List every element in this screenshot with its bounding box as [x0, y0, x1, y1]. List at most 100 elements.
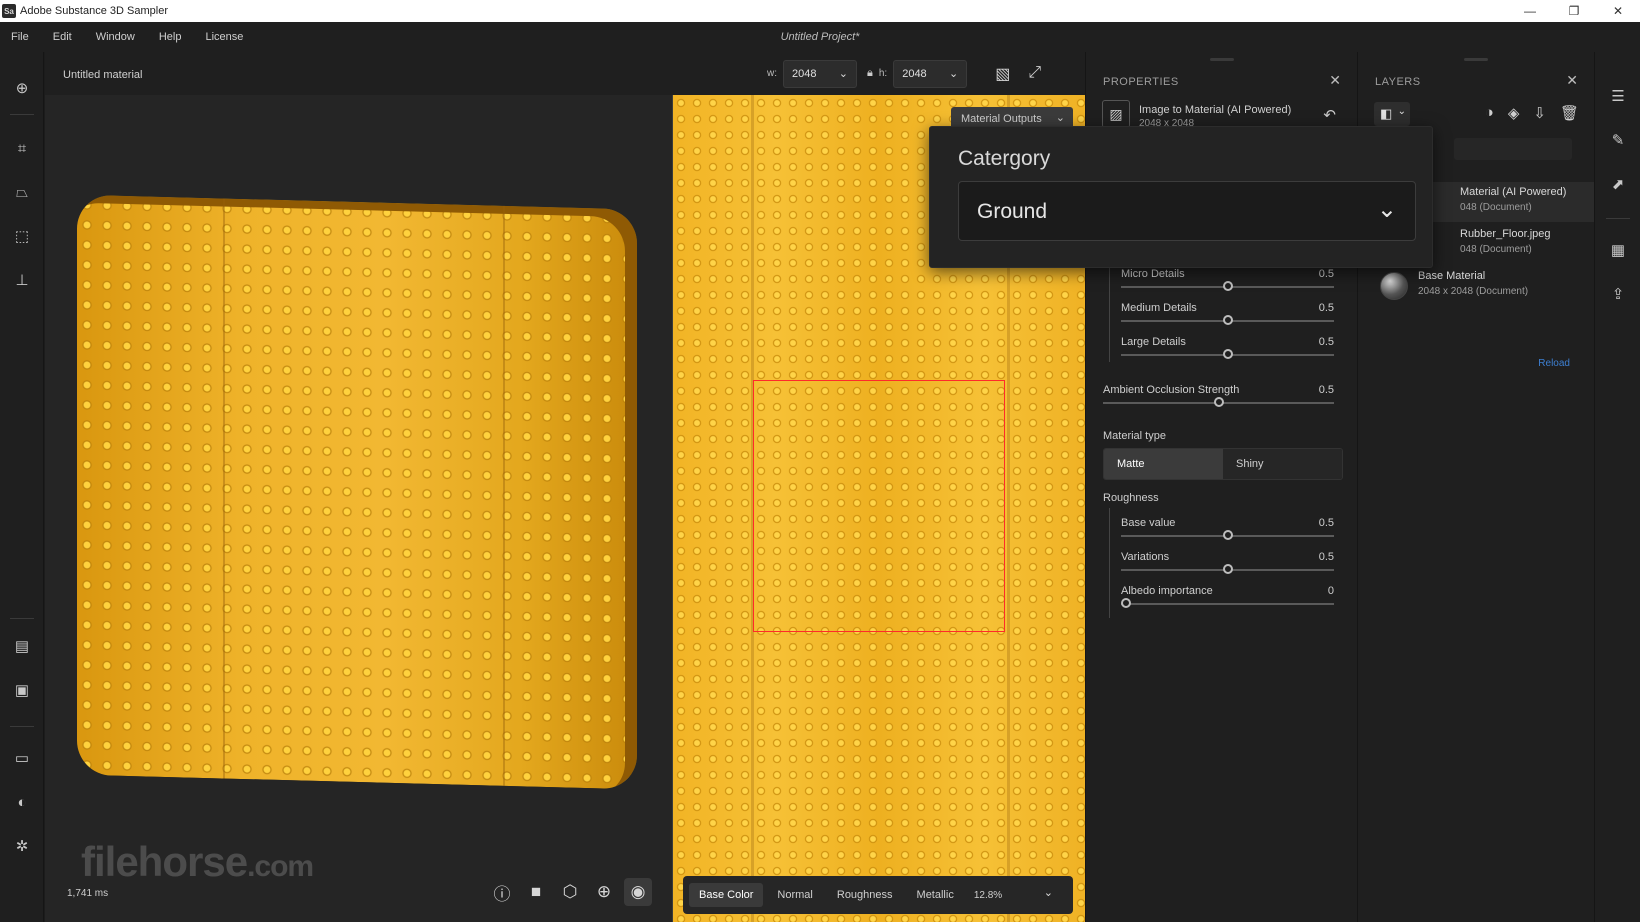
document-icon[interactable]: ▦: [1608, 240, 1628, 260]
display-settings-icon[interactable]: ▭: [12, 748, 32, 768]
resolution-bar: w: 2048 ⌄ 🔒︎ h: 2048 ⌄ ▧ ⤢: [672, 52, 1085, 95]
toolbox-icon[interactable]: ▣: [12, 680, 32, 700]
slider-thumb: [1214, 397, 1224, 407]
crop-icon[interactable]: ⌗: [12, 138, 32, 158]
close-window-button[interactable]: ✕: [1596, 0, 1640, 22]
chevron-down-icon: ⌄: [948, 67, 959, 80]
chevron-down-icon: ⌄: [1055, 112, 1065, 124]
render-time: 1,741 ms: [67, 887, 109, 899]
adjustments-icon[interactable]: ☰: [1608, 86, 1628, 106]
viewport-bottom-bar: 1,741 ms ⓘ ■ ⬡ ⊕ ◉: [57, 874, 660, 912]
menu-bar: File Edit Window Help License Untitled P…: [0, 22, 1640, 52]
layer-filter-select[interactable]: [1454, 138, 1572, 160]
category-value: Ground: [977, 200, 1048, 223]
menu-license[interactable]: License: [194, 31, 256, 43]
material-ball-icon[interactable]: ◉: [624, 878, 652, 906]
slider-variations[interactable]: Variations 0.5: [1086, 551, 1358, 583]
menu-edit[interactable]: Edit: [42, 31, 85, 43]
expand-icon[interactable]: ⤢: [1028, 64, 1041, 84]
slider-base-value[interactable]: Base value 0.5: [1086, 517, 1358, 549]
toolbar-divider: [10, 618, 34, 619]
globe-icon[interactable]: ⊕: [590, 878, 618, 906]
material-type-toggle: Matte Shiny: [1103, 448, 1343, 480]
zoom-level[interactable]: 12.8%: [974, 890, 1002, 901]
material-type-label: Material type: [1103, 430, 1166, 442]
chevron-down-icon[interactable]: ⌄: [1044, 886, 1053, 899]
channel-normal[interactable]: Normal: [767, 883, 822, 907]
reload-link[interactable]: Reload: [1538, 358, 1570, 369]
panel-handle[interactable]: [1464, 58, 1488, 61]
settings-icon[interactable]: ✲: [12, 836, 32, 856]
share-icon[interactable]: ⇪: [1608, 284, 1628, 304]
perspective-icon[interactable]: ⏢: [12, 182, 32, 202]
toolbar-divider: [10, 726, 34, 727]
delete-icon[interactable]: 🗑︎: [1560, 104, 1579, 122]
measure-icon[interactable]: ✎: [1608, 130, 1628, 150]
filter-icon[interactable]: ◈: [1508, 104, 1520, 122]
panel-handle[interactable]: [1210, 58, 1234, 61]
material-ball-icon: [1380, 272, 1408, 300]
slider-large-details[interactable]: Large Details 0.5: [1086, 336, 1358, 368]
height-select[interactable]: 2048 ⌄: [893, 59, 968, 88]
chevron-down-icon: ⌄: [838, 67, 848, 80]
transform-icon[interactable]: ⬚: [12, 226, 32, 246]
slider-thumb: [1223, 349, 1233, 359]
channel-metallic[interactable]: Metallic: [907, 883, 964, 907]
blend-mode-button[interactable]: ◧ ⌄: [1374, 102, 1410, 126]
add-icon[interactable]: ⊕: [12, 78, 32, 98]
shape-icon[interactable]: ⬡: [556, 878, 584, 906]
window-title: Adobe Substance 3D Sampler: [20, 5, 168, 17]
category-select[interactable]: Ground ⌄: [958, 181, 1416, 241]
tiling-toggle-icon[interactable]: ▧: [995, 64, 1010, 84]
menu-file[interactable]: File: [0, 31, 42, 43]
info-icon[interactable]: ⓘ: [488, 878, 516, 906]
chevron-down-icon: ⌄: [1397, 106, 1406, 117]
properties-title: PROPERTIES: [1103, 76, 1179, 88]
channel-roughness[interactable]: Roughness: [827, 883, 903, 907]
app-logo-icon: Sa: [2, 4, 16, 18]
toolbar-divider: [1606, 218, 1630, 219]
layer-name: Image to Material (AI Powered): [1139, 104, 1292, 116]
channel-base-color[interactable]: Base Color: [689, 883, 764, 907]
menu-help[interactable]: Help: [148, 31, 195, 43]
minimize-button[interactable]: —: [1508, 0, 1552, 22]
close-icon[interactable]: ✕: [1566, 72, 1578, 89]
right-toolbar: ☰ ✎ ⬈ ▦ ⇪: [1594, 52, 1640, 922]
viewport-3d[interactable]: Untitled material filehorse.com 1,741 ms…: [45, 52, 672, 922]
reset-icon[interactable]: ↶: [1323, 106, 1336, 124]
slider-medium-details[interactable]: Medium Details 0.5: [1086, 302, 1358, 334]
width-label: w:: [767, 68, 777, 79]
toolbar-divider: [10, 114, 34, 115]
lock-icon[interactable]: 🔒︎: [867, 67, 873, 80]
slider-micro-details[interactable]: Micro Details 0.5: [1086, 268, 1358, 300]
slider-thumb: [1121, 598, 1131, 608]
material-name: Untitled material: [63, 69, 143, 81]
import-icon[interactable]: ⇩: [1533, 104, 1546, 122]
export-icon[interactable]: ⬈: [1608, 174, 1628, 194]
category-popup: Catergory Ground ⌄: [929, 126, 1433, 268]
width-select[interactable]: 2048 ⌄: [783, 59, 857, 88]
layers-title: LAYERS: [1375, 76, 1421, 88]
stamp-icon[interactable]: ⊥: [12, 270, 32, 290]
slider-thumb: [1223, 315, 1233, 325]
assets-icon[interactable]: ▤: [12, 636, 32, 656]
slider-ambient-occlusion[interactable]: Ambient Occlusion Strength 0.5: [1086, 384, 1358, 416]
slider-thumb: [1223, 530, 1233, 540]
menu-window[interactable]: Window: [85, 31, 148, 43]
material-preview-cube[interactable]: [77, 194, 637, 790]
environment-icon[interactable]: ◐: [12, 792, 32, 812]
matte-option[interactable]: Matte: [1104, 449, 1223, 479]
slider-thumb: [1223, 564, 1233, 574]
slider-albedo-importance[interactable]: Albedo importance 0: [1086, 585, 1358, 617]
left-toolbar: ⊕ ⌗ ⏢ ⬚ ⊥ ▤ ▣ ▭ ◐ ✲: [0, 52, 44, 922]
camera-icon[interactable]: ■: [522, 878, 550, 906]
shiny-option[interactable]: Shiny: [1223, 449, 1342, 479]
channel-bar: Base Color Normal Roughness Metallic 12.…: [683, 876, 1073, 914]
mask-icon[interactable]: ◑: [1485, 104, 1494, 122]
close-icon[interactable]: ✕: [1329, 72, 1341, 89]
slider-thumb: [1223, 281, 1233, 291]
crop-selection-rect[interactable]: [753, 380, 1005, 632]
restore-button[interactable]: ❐: [1552, 0, 1596, 22]
roughness-label: Roughness: [1103, 492, 1159, 504]
layer-item-base-material[interactable]: Base Material 2048 x 2048 (Document): [1358, 266, 1594, 306]
